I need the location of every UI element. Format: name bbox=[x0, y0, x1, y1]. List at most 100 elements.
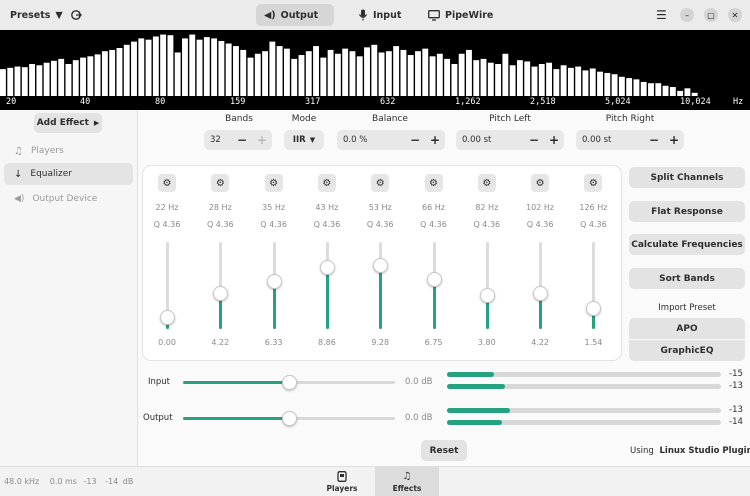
pitch-left-spinbutton[interactable]: 0.00 st − + bbox=[456, 130, 564, 150]
level-right: -14 bbox=[105, 477, 119, 486]
band-gain-value: 4.22 bbox=[531, 338, 549, 347]
input-gain-value: 0.0 dB bbox=[405, 377, 433, 387]
latency: 0.0 ms bbox=[49, 477, 77, 486]
bypass-button[interactable] bbox=[62, 4, 90, 26]
band-settings-button[interactable]: ⚙ bbox=[531, 174, 550, 192]
input-gain-fill bbox=[183, 381, 289, 384]
band-settings-button[interactable]: ⚙ bbox=[424, 174, 443, 192]
tab-input-label: Input bbox=[373, 9, 402, 21]
band-gain-knob[interactable] bbox=[586, 300, 602, 316]
decrement-button[interactable]: − bbox=[232, 130, 252, 150]
minimize-button[interactable]: – bbox=[680, 8, 694, 22]
band-settings-button[interactable]: ⚙ bbox=[584, 174, 603, 192]
increment-button[interactable]: + bbox=[544, 130, 564, 150]
freq-unit-label: Hz bbox=[733, 97, 744, 107]
equalizer-bands-card: ⚙ 22 Hz Q 4.36 0.00 ⚙ 28 Hz Q 4.36 4.22 ⚙ 35 Hz Q … bbox=[143, 166, 621, 360]
maximize-button[interactable]: ▢ bbox=[704, 8, 718, 22]
output-level-meter-fill bbox=[447, 420, 502, 425]
balance-label: Balance bbox=[372, 114, 408, 124]
sidebar-item-players[interactable]: ♫ Players bbox=[4, 140, 133, 162]
output-gain-fill bbox=[183, 417, 289, 420]
band-settings-button[interactable]: ⚙ bbox=[158, 174, 176, 192]
presets-menu-button[interactable]: Presets ▼ bbox=[2, 4, 71, 26]
increment-button[interactable]: + bbox=[664, 130, 684, 150]
spectrum-bar bbox=[72, 60, 79, 96]
eq-band: ⚙ 82 Hz Q 4.36 3.80 bbox=[467, 166, 507, 360]
spectrum-bar bbox=[415, 51, 421, 96]
mode-dropdown[interactable]: IIR ▼ bbox=[284, 130, 324, 150]
spectrum-bar bbox=[101, 51, 108, 96]
plugin-credit: Using Linux Studio Plugins bbox=[630, 446, 750, 456]
decrement-button[interactable]: − bbox=[405, 130, 425, 150]
spectrum-bar bbox=[495, 64, 502, 96]
balance-spinbutton[interactable]: 0.0 % − + bbox=[337, 130, 445, 150]
decrement-button[interactable]: − bbox=[644, 130, 664, 150]
band-gain-knob[interactable] bbox=[479, 288, 495, 304]
band-gain-knob[interactable] bbox=[266, 274, 282, 290]
increment-button[interactable]: + bbox=[425, 130, 445, 150]
band-settings-button[interactable]: ⚙ bbox=[371, 174, 390, 192]
band-quality: Q 4.36 bbox=[473, 220, 501, 229]
tab-players[interactable]: Players bbox=[310, 467, 374, 496]
calculate-frequencies-button[interactable]: Calculate Frequencies bbox=[629, 234, 745, 255]
spectrum-bar bbox=[116, 48, 123, 96]
spectrum-bar bbox=[349, 51, 356, 96]
reset-button[interactable]: Reset bbox=[421, 440, 467, 461]
band-gain-knob[interactable] bbox=[213, 285, 229, 301]
band-settings-button[interactable]: ⚙ bbox=[317, 174, 336, 192]
flat-response-button[interactable]: Flat Response bbox=[629, 201, 745, 222]
sample-rate: 48.0 kHz bbox=[4, 477, 40, 486]
sort-bands-button[interactable]: Sort Bands bbox=[629, 268, 745, 289]
bands-spinbutton[interactable]: 32 − + bbox=[204, 130, 272, 150]
band-settings-button[interactable]: ⚙ bbox=[211, 174, 230, 192]
spectrum-bar bbox=[480, 58, 487, 96]
output-level-meter-fill bbox=[447, 408, 511, 413]
spectrum-bar bbox=[378, 52, 385, 96]
split-channels-button[interactable]: Split Channels bbox=[629, 167, 745, 188]
band-quality: Q 4.36 bbox=[580, 220, 607, 229]
spectrum-bar bbox=[87, 56, 94, 96]
spectrum-bar bbox=[509, 65, 516, 96]
input-level-right-value: -13 bbox=[729, 381, 743, 391]
output-gain-value: 0.0 dB bbox=[405, 413, 433, 423]
band-gain-knob[interactable] bbox=[160, 309, 175, 325]
output-gain-knob[interactable] bbox=[281, 411, 297, 426]
sidebar-item-label: Output Device bbox=[32, 194, 98, 204]
spectrum-bar bbox=[160, 34, 167, 96]
spectrum-bar bbox=[211, 38, 218, 96]
import-apo-button[interactable]: APO bbox=[629, 318, 745, 339]
band-gain-knob[interactable] bbox=[533, 285, 549, 301]
increment-button[interactable]: + bbox=[252, 130, 272, 150]
add-effect-button[interactable]: Add Effect ▶ bbox=[34, 113, 102, 133]
spectrum-bar bbox=[43, 62, 50, 96]
tab-input[interactable]: Input bbox=[350, 4, 409, 26]
close-button[interactable]: ✕ bbox=[728, 8, 742, 22]
footer-bar: 48.0 kHz 0.0 ms -13 -14 dB Players ♫ Eff… bbox=[0, 466, 750, 496]
main-menu-button[interactable]: ☰ bbox=[648, 4, 675, 26]
import-graphiceq-button[interactable]: GraphicEQ bbox=[629, 340, 745, 361]
pitch-right-spinbutton[interactable]: 0.00 st − + bbox=[576, 130, 684, 150]
tab-output[interactable]: ◀︎) Output bbox=[256, 4, 334, 26]
spectrum-bar bbox=[138, 38, 145, 96]
speaker-icon: ◀︎) bbox=[14, 194, 25, 204]
input-gain-knob[interactable] bbox=[281, 375, 297, 390]
tab-effects-label: Effects bbox=[392, 484, 422, 493]
sidebar-item-output-device[interactable]: ◀︎) Output Device bbox=[4, 188, 133, 210]
band-settings-button[interactable]: ⚙ bbox=[264, 174, 283, 192]
freq-label: 1,262 bbox=[455, 97, 481, 107]
spectrum-bar bbox=[233, 46, 239, 96]
sidebar-item-equalizer[interactable]: ↓ Equalizer bbox=[4, 163, 133, 185]
monitor-icon bbox=[428, 9, 440, 21]
spectrum-bar bbox=[422, 48, 429, 96]
spectrum-bar bbox=[393, 46, 400, 96]
band-gain-knob[interactable] bbox=[373, 257, 389, 273]
hamburger-icon: ☰ bbox=[656, 8, 667, 22]
gear-icon: ⚙ bbox=[429, 177, 438, 189]
eq-band: ⚙ 126 Hz Q 4.36 1.54 bbox=[573, 166, 613, 360]
band-gain-knob[interactable] bbox=[426, 271, 442, 287]
band-gain-knob[interactable] bbox=[319, 260, 335, 275]
tab-effects[interactable]: ♫ Effects bbox=[375, 467, 439, 496]
tab-pipewire[interactable]: PipeWire bbox=[420, 4, 501, 26]
decrement-button[interactable]: − bbox=[524, 130, 544, 150]
band-settings-button[interactable]: ⚙ bbox=[477, 174, 496, 192]
